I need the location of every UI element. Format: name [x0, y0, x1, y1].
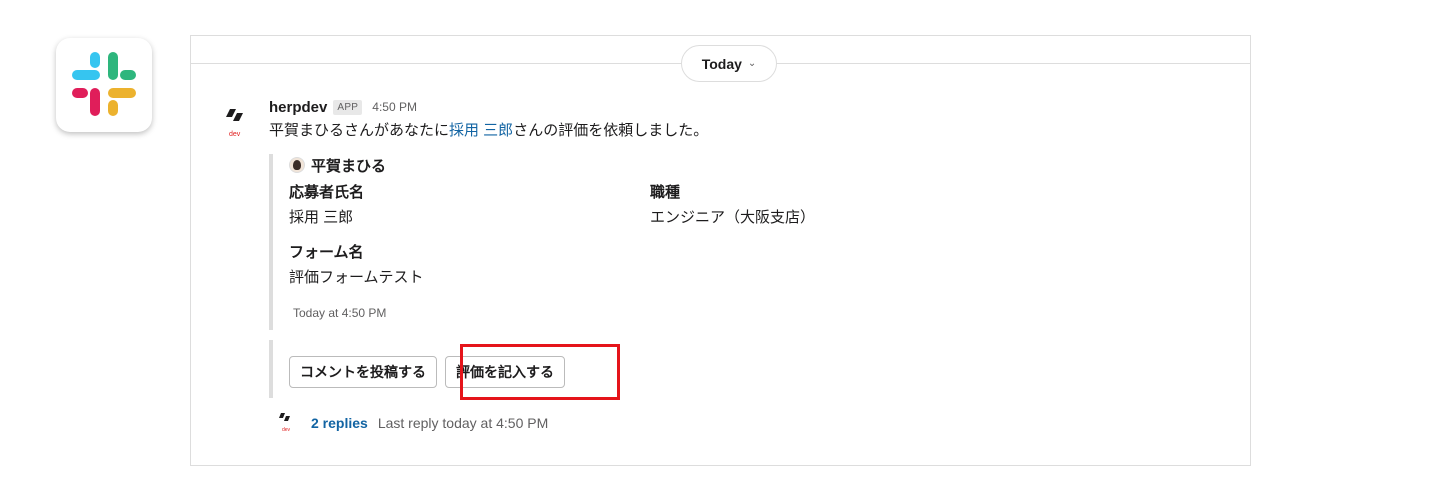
- field-label: 職種: [650, 184, 681, 201]
- message: herpdev APP 4:50 PM 平賀まひるさんがあなたに採用 三郎さんの…: [269, 96, 1229, 142]
- chevron-down-icon: ⌄: [747, 58, 757, 69]
- field-value: エンジニア（大阪支店）: [650, 209, 816, 226]
- svg-text:dev: dev: [282, 427, 291, 433]
- attachment-author-name: 平賀まひる: [311, 157, 387, 175]
- field-label: フォーム名: [289, 244, 364, 261]
- message-text: 平賀まひるさんがあなたに採用 三郎さんの評価を依頼しました。: [269, 120, 1229, 142]
- herp-logo-icon: dev: [279, 413, 291, 433]
- message-text-before: 平賀まひるさんがあなたに: [269, 122, 450, 139]
- author-avatar: [289, 157, 305, 173]
- field-value: 評価フォームテスト: [289, 269, 424, 286]
- field-applicant-name: 応募者氏名 採用 三郎: [289, 182, 629, 229]
- post-comment-button[interactable]: コメントを投稿する: [289, 356, 437, 388]
- date-divider-button[interactable]: Today ⌄: [681, 45, 777, 82]
- last-reply-text: Last reply today at 4:50 PM: [377, 415, 549, 431]
- date-divider-label: Today: [701, 55, 742, 72]
- message-attachment: 平賀まひる 応募者氏名 採用 三郎 職種 エンジニア（大阪支店） フォーム名 評…: [269, 154, 1029, 330]
- attachment-footer-timestamp: Today at 4:50 PM: [293, 306, 387, 320]
- app-badge: APP: [333, 99, 363, 115]
- herp-logo-icon[interactable]: dev: [219, 106, 253, 142]
- field-job-type: 職種 エンジニア（大阪支店）: [650, 182, 990, 229]
- slack-logo-svg: [72, 52, 136, 116]
- sender-name[interactable]: herpdev: [269, 99, 327, 116]
- message-panel: Today ⌄ dev herpdev APP 4:50 PM 平賀まひるさんが…: [190, 35, 1251, 466]
- message-text-after: さんの評価を依頼しました。: [513, 122, 709, 139]
- candidate-mention-link[interactable]: 採用 三郎: [449, 122, 513, 139]
- message-header: herpdev APP 4:50 PM: [269, 96, 1229, 118]
- replies-link[interactable]: 2 replies: [311, 415, 368, 431]
- highlight-box: [460, 344, 620, 400]
- slack-logo-icon: [56, 38, 152, 132]
- svg-text:dev: dev: [229, 131, 241, 138]
- attachment-author: 平賀まひる: [289, 154, 1029, 176]
- field-value: 採用 三郎: [289, 209, 354, 226]
- field-label: 応募者氏名: [289, 184, 365, 201]
- thread-summary[interactable]: dev 2 replies Last reply today at 4:50 P…: [277, 412, 548, 434]
- attachment-fields: 応募者氏名 採用 三郎 職種 エンジニア（大阪支店） フォーム名 評価フォームテ…: [289, 182, 1029, 302]
- message-timestamp[interactable]: 4:50 PM: [372, 100, 417, 114]
- field-form-name: フォーム名 評価フォームテスト: [289, 242, 629, 289]
